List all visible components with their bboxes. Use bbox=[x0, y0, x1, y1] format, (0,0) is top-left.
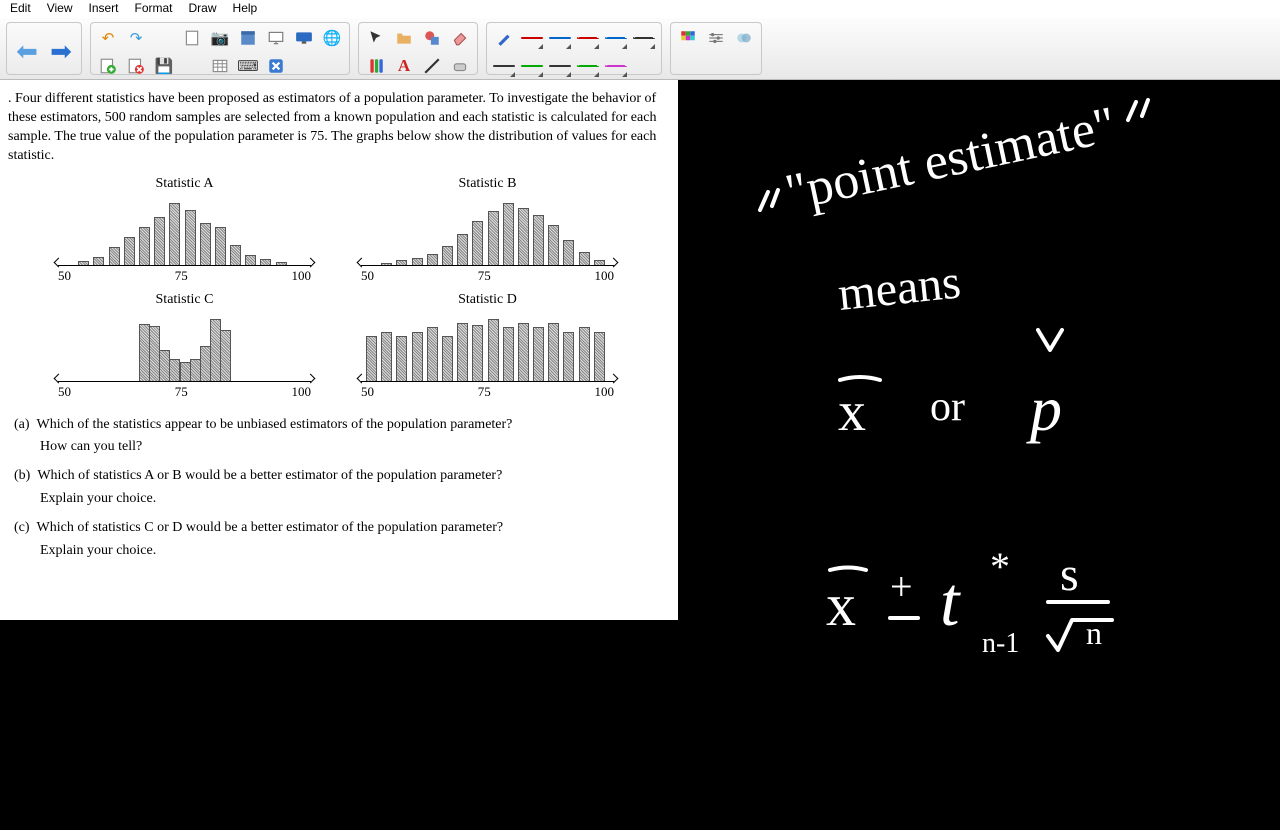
chart-c-bars bbox=[58, 312, 311, 382]
question-c: (c) Which of statistics C or D would be … bbox=[14, 519, 664, 538]
spacer-3 bbox=[291, 53, 317, 79]
svg-text:t: t bbox=[940, 564, 961, 641]
hw-xbar-phat: x or p bbox=[838, 330, 1062, 444]
chart-d-title: Statistic D bbox=[351, 292, 624, 308]
question-a-sub: How can you tell? bbox=[40, 438, 664, 457]
line-style-1[interactable] bbox=[491, 53, 517, 79]
charts-grid: Statistic A 5075100 Statistic B 5075100 … bbox=[48, 176, 624, 400]
spacer-2 bbox=[179, 53, 205, 79]
pen-tool-icon[interactable] bbox=[491, 25, 517, 51]
svg-text:n: n bbox=[1086, 615, 1102, 651]
svg-text:p: p bbox=[1026, 373, 1062, 444]
forward-button[interactable]: ➡ bbox=[45, 25, 77, 77]
lines-group bbox=[486, 22, 662, 75]
line-style-2[interactable] bbox=[519, 25, 545, 51]
svg-text:*: * bbox=[990, 544, 1010, 589]
back-button[interactable]: ⬅ bbox=[11, 25, 43, 77]
menu-insert[interactable]: Insert bbox=[82, 1, 124, 17]
spacer-4 bbox=[319, 53, 345, 79]
text-tool-icon[interactable]: A bbox=[391, 53, 417, 79]
link-icon[interactable] bbox=[731, 25, 757, 51]
line-style-3[interactable] bbox=[519, 53, 545, 79]
folder-icon[interactable] bbox=[391, 25, 417, 51]
eraser-big-icon[interactable] bbox=[447, 25, 473, 51]
settings-icon[interactable] bbox=[703, 25, 729, 51]
save-button[interactable]: 💾 bbox=[151, 53, 177, 79]
table-icon[interactable] bbox=[235, 25, 261, 51]
question-b: (b) Which of statistics A or B would be … bbox=[14, 467, 664, 486]
menu-view[interactable]: View bbox=[41, 1, 79, 17]
line-style-10[interactable] bbox=[631, 25, 657, 51]
spacer-1 bbox=[151, 25, 177, 51]
chart-d-bars bbox=[361, 312, 614, 382]
chart-b-bars bbox=[361, 196, 614, 266]
menu-help[interactable]: Help bbox=[227, 1, 264, 17]
delete-page-button[interactable] bbox=[123, 53, 149, 79]
menu-format[interactable]: Format bbox=[129, 1, 179, 17]
select-group: A bbox=[358, 22, 478, 75]
line-style-7[interactable] bbox=[575, 53, 601, 79]
line-tool-icon[interactable] bbox=[419, 53, 445, 79]
chart-a-title: Statistic A bbox=[48, 176, 321, 192]
chart-a: Statistic A 5075100 bbox=[48, 176, 321, 284]
chart-d: Statistic D 5075100 bbox=[351, 292, 624, 400]
chart-c-title: Statistic C bbox=[48, 292, 321, 308]
menu-draw[interactable]: Draw bbox=[183, 1, 223, 17]
chart-a-axis: 5075100 bbox=[58, 268, 311, 284]
handwriting-area: "point estimate" means x or p x + t * n-… bbox=[700, 80, 1260, 720]
close-icon[interactable] bbox=[263, 53, 289, 79]
svg-text:x: x bbox=[826, 572, 856, 638]
document-panel: . Four different statistics have been pr… bbox=[0, 80, 678, 620]
chart-c-axis: 5075100 bbox=[58, 384, 311, 400]
redo-button[interactable]: ↷ bbox=[123, 25, 149, 51]
line-style-6[interactable] bbox=[575, 25, 601, 51]
line-style-5[interactable] bbox=[547, 53, 573, 79]
question-c-sub: Explain your choice. bbox=[40, 542, 664, 561]
extras-group bbox=[670, 22, 762, 75]
spacer-6 bbox=[703, 53, 729, 79]
menu-edit[interactable]: Edit bbox=[4, 1, 37, 17]
shapes-icon[interactable] bbox=[419, 25, 445, 51]
presentation-icon[interactable] bbox=[263, 25, 289, 51]
hw-formula: x + t * n-1 s n bbox=[826, 544, 1112, 659]
file-group: ↶ ↷ 💾 📷 ⌨ 🌐 bbox=[90, 22, 350, 75]
nav-group: ⬅ ➡ bbox=[6, 22, 82, 75]
svg-text:s: s bbox=[1060, 548, 1079, 601]
hw-means: means bbox=[836, 255, 963, 321]
chart-b-title: Statistic B bbox=[351, 176, 624, 192]
pointer-icon[interactable] bbox=[363, 25, 389, 51]
spacer-5 bbox=[675, 53, 701, 79]
line-style-8[interactable] bbox=[603, 25, 629, 51]
globe-icon[interactable]: 🌐 bbox=[319, 25, 345, 51]
spacer-7 bbox=[731, 53, 757, 79]
chart-a-bars bbox=[58, 196, 311, 266]
question-a: (a) Which of the statistics appear to be… bbox=[14, 416, 664, 435]
menu-bar: Edit View Insert Format Draw Help bbox=[0, 0, 1280, 18]
svg-text:or: or bbox=[930, 384, 965, 430]
chart-d-axis: 5075100 bbox=[361, 384, 614, 400]
pens-icon[interactable] bbox=[363, 53, 389, 79]
hw-point-estimate: "point estimate" bbox=[781, 96, 1121, 222]
line-style-9[interactable] bbox=[603, 53, 629, 79]
grid-icon[interactable] bbox=[207, 53, 233, 79]
svg-text:x: x bbox=[838, 381, 866, 443]
line-style-4[interactable] bbox=[547, 25, 573, 51]
problem-intro: . Four different statistics have been pr… bbox=[8, 90, 664, 166]
palette-icon[interactable] bbox=[675, 25, 701, 51]
keyboard-icon[interactable]: ⌨ bbox=[235, 53, 261, 79]
chart-b: Statistic B 5075100 bbox=[351, 176, 624, 284]
camera-icon[interactable]: 📷 bbox=[207, 25, 233, 51]
toolbar: ⬅ ➡ ↶ ↷ 💾 📷 ⌨ 🌐 A bbox=[0, 18, 1280, 80]
undo-button[interactable]: ↶ bbox=[95, 25, 121, 51]
svg-text:n-1: n-1 bbox=[982, 628, 1019, 659]
monitor-icon[interactable] bbox=[291, 25, 317, 51]
add-page-button[interactable] bbox=[95, 53, 121, 79]
chart-b-axis: 5075100 bbox=[361, 268, 614, 284]
new-page-icon[interactable] bbox=[179, 25, 205, 51]
question-b-sub: Explain your choice. bbox=[40, 490, 664, 509]
eraser-icon[interactable] bbox=[447, 53, 473, 79]
chart-c: Statistic C 5075100 bbox=[48, 292, 321, 400]
svg-text:+: + bbox=[890, 564, 913, 609]
